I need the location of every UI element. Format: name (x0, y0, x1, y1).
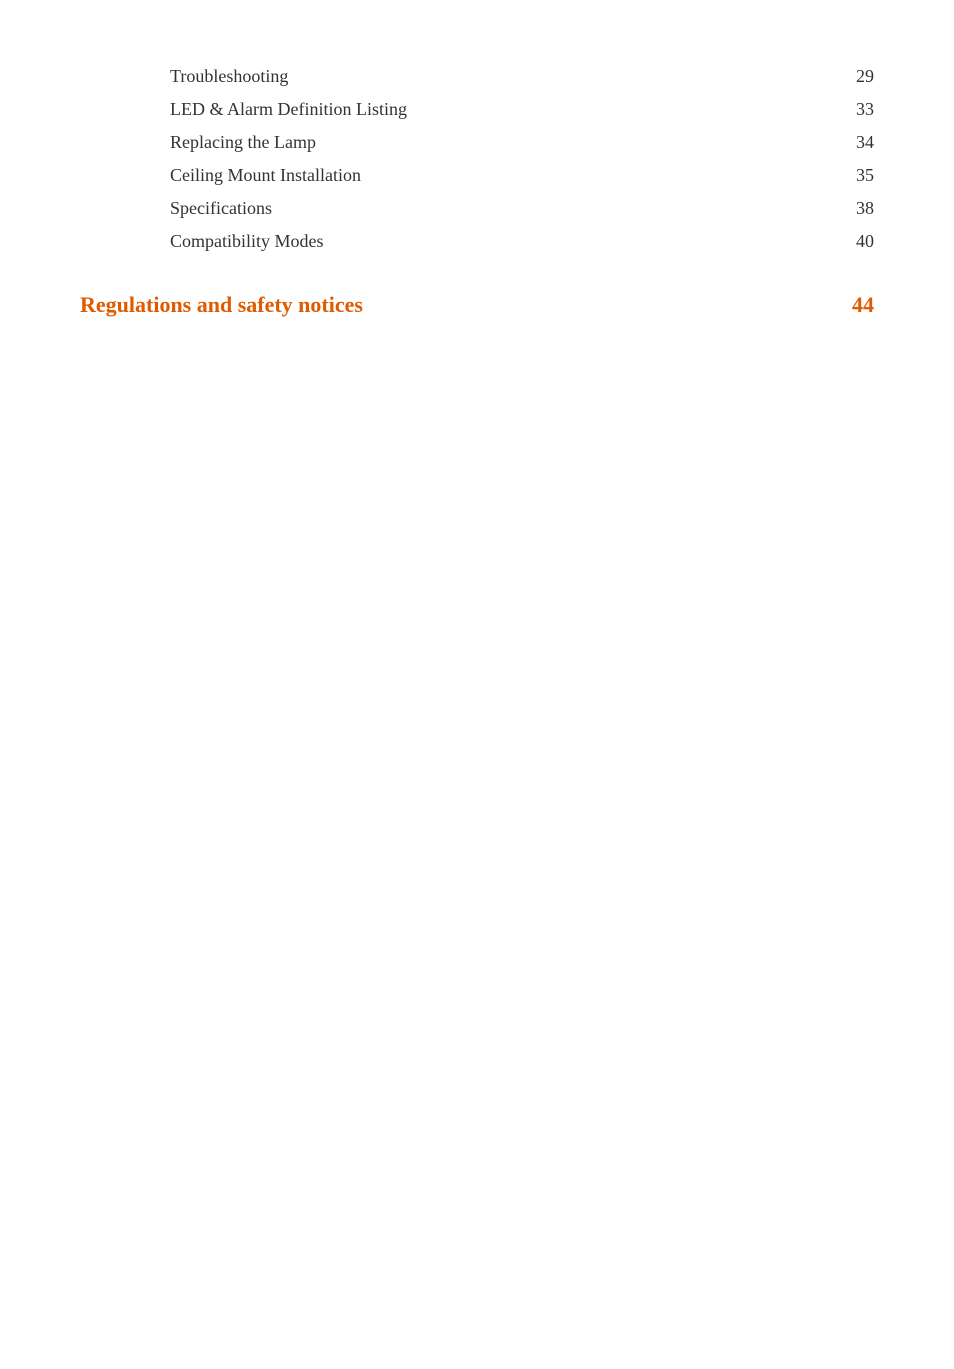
toc-item-page: 33 (834, 99, 874, 120)
toc-item-label: LED & Alarm Definition Listing (170, 99, 407, 120)
list-item: Replacing the Lamp 34 (80, 126, 874, 159)
list-item: Specifications 38 (80, 192, 874, 225)
toc-section-page: 44 (834, 292, 874, 318)
toc-item-page: 35 (834, 165, 874, 186)
toc-item-page: 29 (834, 66, 874, 87)
toc-item-label: Ceiling Mount Installation (170, 165, 361, 186)
toc-section: Regulations and safety notices 44 (80, 282, 874, 328)
toc-item-page: 34 (834, 132, 874, 153)
toc-item-label: Specifications (170, 198, 272, 219)
page-container: Troubleshooting 29 LED & Alarm Definitio… (0, 0, 954, 388)
toc-item-label: Replacing the Lamp (170, 132, 316, 153)
list-item: Troubleshooting 29 (80, 60, 874, 93)
toc-item-label: Compatibility Modes (170, 231, 324, 252)
toc-item-label: Troubleshooting (170, 66, 288, 87)
list-item: Compatibility Modes 40 (80, 225, 874, 258)
list-item: Ceiling Mount Installation 35 (80, 159, 874, 192)
toc-item-page: 40 (834, 231, 874, 252)
list-item: LED & Alarm Definition Listing 33 (80, 93, 874, 126)
toc-list: Troubleshooting 29 LED & Alarm Definitio… (80, 60, 874, 258)
toc-section-label: Regulations and safety notices (80, 292, 363, 318)
toc-item-page: 38 (834, 198, 874, 219)
